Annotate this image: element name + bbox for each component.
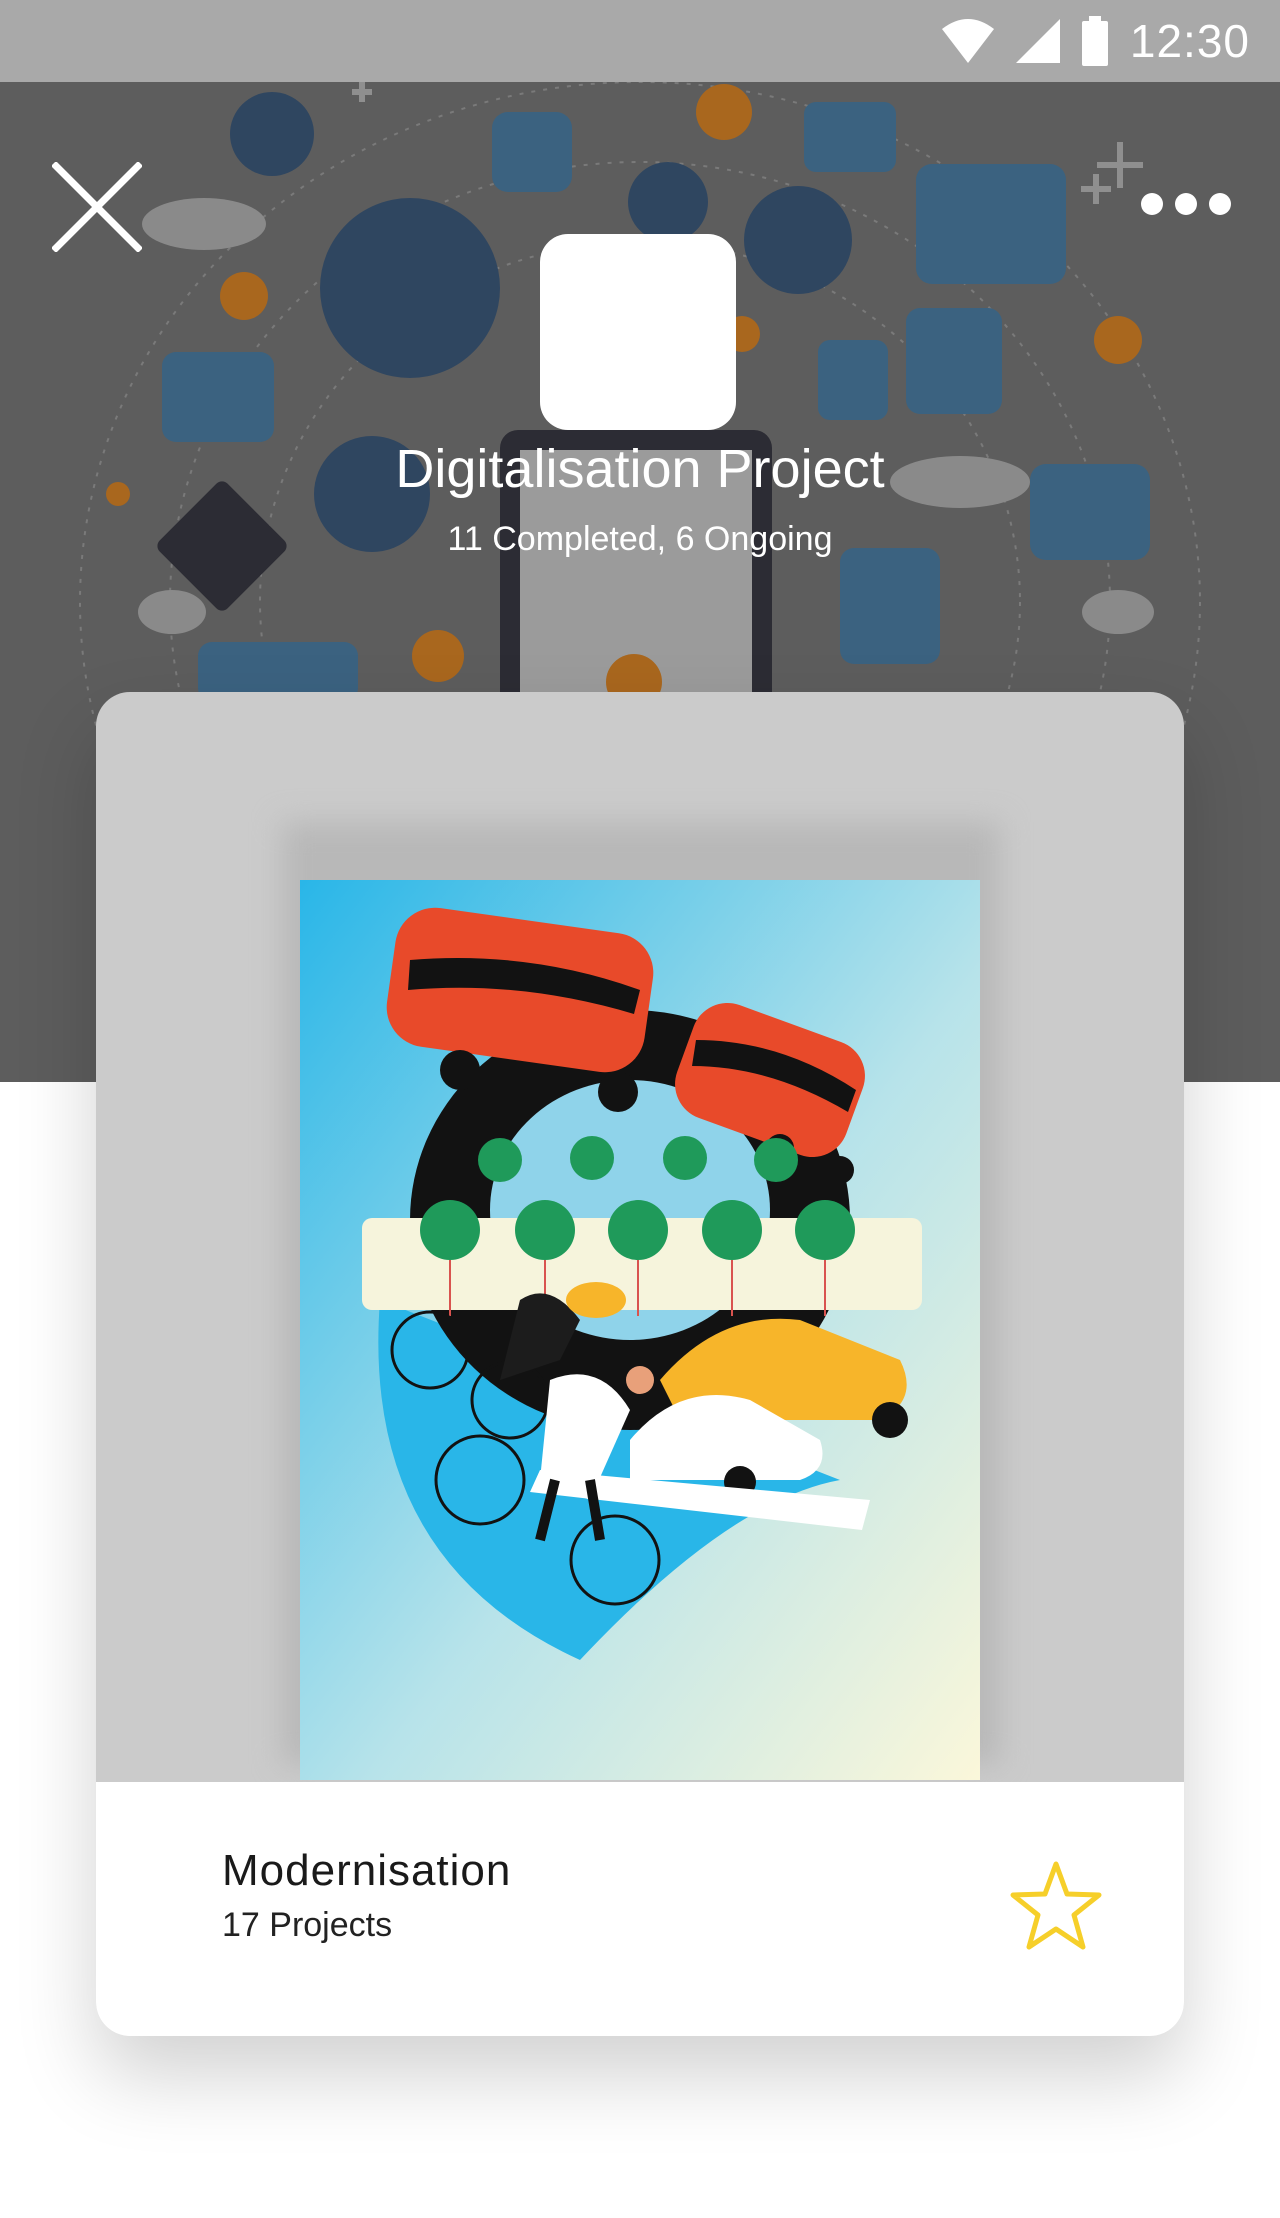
- status-bar: 12:30: [0, 0, 1280, 82]
- star-outline-icon: [1010, 1861, 1102, 1950]
- project-status-summary: 11 Completed, 6 Ongoing: [447, 520, 833, 558]
- poster-image: [300, 880, 980, 1780]
- battery-icon: [1081, 16, 1108, 66]
- category-project-count: 17 Projects: [222, 1906, 393, 1944]
- signal-icon: [1015, 19, 1060, 63]
- card-footer: Modernisation 17 Projects: [96, 1782, 1184, 2036]
- category-title: Modernisation: [222, 1846, 512, 1895]
- project-avatar: [540, 234, 736, 430]
- close-icon: [51, 161, 143, 253]
- status-time: 12:30: [1129, 15, 1250, 67]
- more-icon: [1141, 193, 1231, 215]
- category-card[interactable]: Modernisation 17 Projects: [96, 692, 1184, 2036]
- favorite-button[interactable]: [1008, 1858, 1104, 1954]
- wifi-icon: [941, 19, 994, 63]
- urban-transport-illustration: [300, 880, 980, 1780]
- status-icons: 12:30: [941, 0, 1250, 82]
- more-options-button[interactable]: [1136, 178, 1236, 230]
- project-title: Digitalisation Project: [395, 439, 885, 499]
- close-button[interactable]: [51, 161, 143, 253]
